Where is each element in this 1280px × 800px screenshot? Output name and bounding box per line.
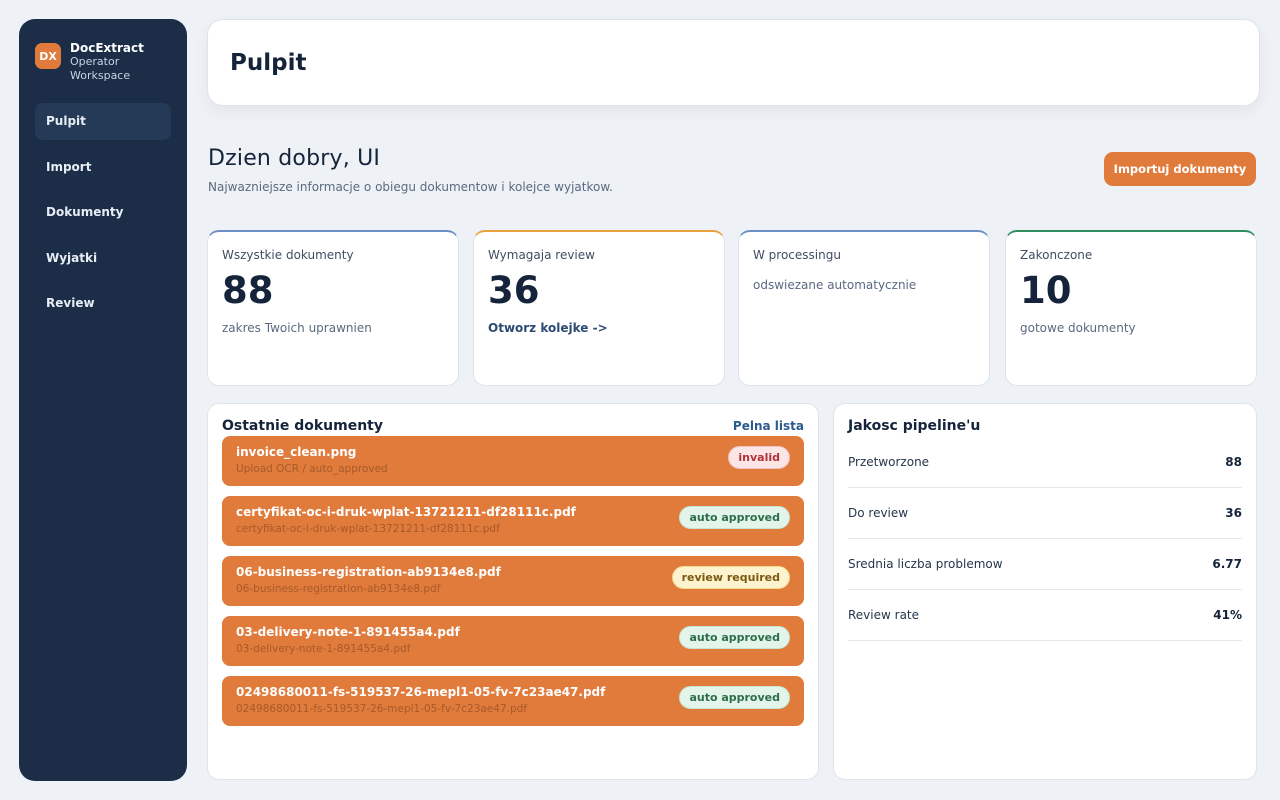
greeting: Dzien dobry, UI Najwazniejsze informacje… [208,146,613,194]
brand: DX DocExtract Operator Workspace [35,41,171,83]
page-title: Pulpit [230,49,307,76]
status-badge: invalid [728,446,790,469]
document-list: invoice_clean.png Upload OCR / auto_appr… [222,436,804,726]
stat-card-requires-review: Wymagaja review 36 Otworz kolejke -> [473,230,725,386]
metric-value: 88 [1225,455,1242,469]
pipeline-quality-panel: Jakosc pipeline'u Przetworzone 88 Do rev… [833,403,1257,780]
pipeline-quality-title: Jakosc pipeline'u [848,418,981,434]
metric-label: Do review [848,506,909,520]
stat-card-processing: W processingu odswiezane automatycznie [738,230,990,386]
sidebar-item-wyjatki[interactable]: Wyjatki [35,240,171,277]
greeting-title: Dzien dobry, UI [208,146,381,171]
metric-label: Review rate [848,608,920,622]
stat-title: Zakonczone [1020,248,1093,262]
page-header: Pulpit [207,19,1260,106]
stat-value: 10 [1020,269,1072,312]
metric-row: Przetworzone 88 [848,437,1242,488]
brand-subtitle-line2: Workspace [70,69,131,82]
status-badge: auto approved [679,686,790,709]
list-item[interactable]: certyfikat-oc-i-druk-wplat-13721211-df28… [222,496,804,546]
stat-subtitle: odswiezane automatycznie [753,278,917,292]
stat-subtitle: gotowe dokumenty [1020,321,1136,335]
metric-label: Przetworzone [848,455,930,469]
open-queue-link[interactable]: Otworz kolejke -> [488,321,608,335]
metric-label: Srednia liczba problemow [848,557,1003,571]
list-item[interactable]: 06-business-registration-ab9134e8.pdf 06… [222,556,804,606]
list-item[interactable]: invoice_clean.png Upload OCR / auto_appr… [222,436,804,486]
brand-logo: DX [35,43,61,69]
stat-title: W processingu [753,248,841,262]
brand-name: DocExtract [70,41,144,55]
recent-documents-title: Ostatnie dokumenty [222,418,383,434]
stat-title: Wymagaja review [488,248,595,262]
list-item[interactable]: 02498680011-fs-519537-26-mepl1-05-fv-7c2… [222,676,804,726]
metric-row: Srednia liczba problemow 6.77 [848,539,1242,590]
status-badge: auto approved [679,506,790,529]
stat-value: 88 [222,269,274,312]
recent-documents-panel: Ostatnie dokumenty Pelna lista invoice_c… [207,403,819,780]
import-documents-button[interactable]: Importuj dokumenty [1104,152,1256,186]
document-name: invoice_clean.png [236,445,357,459]
stat-title: Wszystkie dokumenty [222,248,354,262]
stat-card-completed: Zakonczone 10 gotowe dokumenty [1005,230,1257,386]
sidebar-item-dokumenty[interactable]: Dokumenty [35,194,171,231]
metric-row: Review rate 41% [848,590,1242,641]
metric-value: 36 [1225,506,1242,520]
metric-value: 41% [1213,608,1242,622]
sidebar: DX DocExtract Operator Workspace Pulpit … [19,19,187,781]
metric-value: 6.77 [1212,557,1242,571]
status-badge: review required [671,566,790,589]
full-list-link[interactable]: Pelna lista [733,419,804,433]
stat-value: 36 [488,269,540,312]
document-subtitle: Upload OCR / auto_approved [236,463,388,475]
sidebar-item-review[interactable]: Review [35,285,171,322]
stat-subtitle: zakres Twoich uprawnien [222,321,372,335]
greeting-subtitle: Najwazniejsze informacje o obiegu dokume… [208,180,613,194]
stat-card-all-documents: Wszystkie dokumenty 88 zakres Twoich upr… [207,230,459,386]
list-item[interactable]: 03-delivery-note-1-891455a4.pdf 03-deliv… [222,616,804,666]
status-badge: auto approved [679,626,790,649]
sidebar-item-pulpit[interactable]: Pulpit [35,103,171,140]
metric-row: Do review 36 [848,488,1242,539]
brand-subtitle-line1: Operator [70,55,120,68]
sidebar-item-import[interactable]: Import [35,149,171,186]
